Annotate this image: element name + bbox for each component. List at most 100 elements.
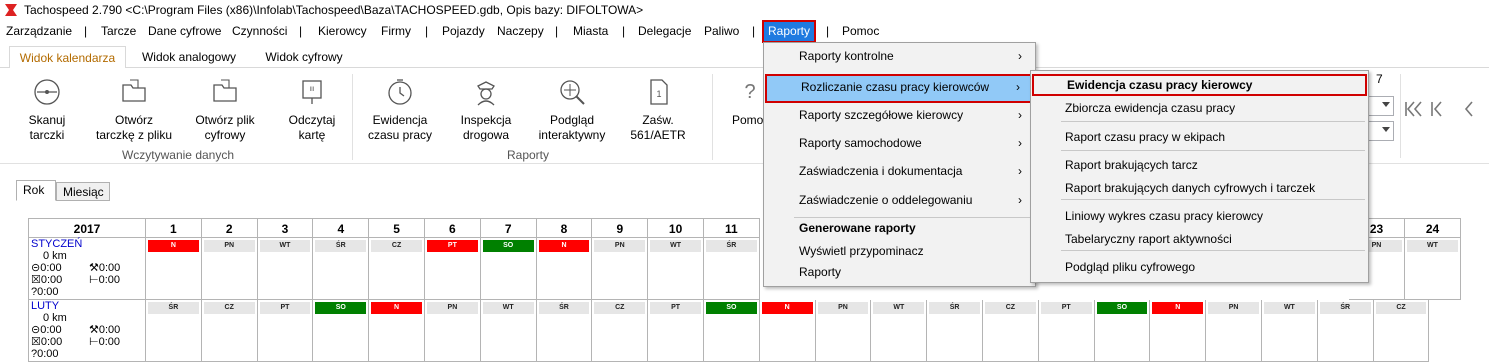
day-cell[interactable]: WT bbox=[480, 300, 537, 362]
day-cell[interactable]: WT bbox=[1405, 238, 1461, 300]
previous-fast-icon[interactable] bbox=[1431, 101, 1442, 117]
menu-czynnosci[interactable]: Czynności bbox=[232, 21, 287, 42]
menu-miasta[interactable]: Miasta bbox=[573, 21, 608, 42]
tab-miesiac[interactable]: Miesiąc bbox=[56, 182, 110, 201]
day-cell[interactable]: N bbox=[536, 238, 593, 300]
day-cell[interactable]: PN bbox=[201, 238, 258, 300]
help-button[interactable]: ? Pomoc bbox=[728, 76, 764, 128]
day-cell[interactable]: PN bbox=[592, 238, 649, 300]
day-cell[interactable]: N bbox=[369, 300, 425, 362]
day-cell[interactable]: ŚR bbox=[536, 300, 593, 362]
menu-tarcze[interactable]: Tarcze bbox=[101, 21, 136, 42]
work-time-record-button[interactable]: Ewidencja czasu pracy bbox=[362, 76, 438, 143]
raporty-menu-item-2[interactable]: Rozliczanie czasu pracy kierowców › bbox=[765, 74, 1034, 103]
day-cell[interactable]: PT bbox=[1038, 300, 1095, 362]
day-cell[interactable]: ŚR bbox=[1317, 300, 1374, 362]
calendar-year-header: 2017 bbox=[28, 218, 146, 238]
menu-naczepy[interactable]: Naczepy bbox=[497, 21, 544, 42]
month-distance: 0 km bbox=[43, 250, 67, 262]
day-cell[interactable]: PN bbox=[1206, 300, 1262, 362]
raporty-menu-item-1[interactable]: Raporty kontrolne › bbox=[765, 43, 1034, 70]
day-cell[interactable]: CZ bbox=[1373, 300, 1430, 362]
day-cell[interactable]: ŚR bbox=[704, 238, 760, 300]
road-inspection-label-2: drogowa bbox=[462, 128, 510, 142]
certificate-aetr-button[interactable]: 1 Zaśw. 561/AETR bbox=[620, 76, 696, 143]
day-cell[interactable]: PT bbox=[648, 300, 704, 362]
tab-widok-kalendarza[interactable]: Widok kalendarza bbox=[9, 46, 126, 69]
month-name[interactable]: STYCZEŃ bbox=[31, 238, 82, 250]
day-cell[interactable]: ŚR bbox=[146, 300, 202, 362]
raporty-menu-item-5[interactable]: Zaświadczenia i dokumentacja › bbox=[765, 158, 1034, 185]
previous-icon[interactable] bbox=[1464, 101, 1473, 117]
window-title: Tachospeed 2.790 <C:\Program Files (x86)… bbox=[24, 3, 644, 17]
road-inspection-button[interactable]: Inspekcja drogowa bbox=[450, 76, 522, 143]
day-cell[interactable]: ŚR bbox=[927, 300, 983, 362]
day-cell[interactable]: N bbox=[146, 238, 202, 300]
day-cell[interactable]: WT bbox=[648, 238, 704, 300]
day-cell[interactable]: WT bbox=[871, 300, 928, 362]
unknown-time: ?0:00 bbox=[31, 348, 59, 360]
day-cell[interactable]: PN bbox=[815, 300, 872, 362]
tab-widok-cyfrowy[interactable]: Widok cyfrowy bbox=[252, 46, 356, 69]
month-name[interactable]: LUTY bbox=[31, 300, 59, 312]
day-cell[interactable]: SO bbox=[1094, 300, 1151, 362]
submenu-item-7[interactable]: Tabelaryczny raport aktywności bbox=[1032, 228, 1367, 250]
day-cell[interactable]: PT bbox=[425, 238, 481, 300]
chevron-right-icon: › bbox=[1018, 49, 1022, 63]
day-cell[interactable]: CZ bbox=[369, 238, 425, 300]
raporty-menu-item-9[interactable]: Raporty bbox=[765, 261, 1034, 283]
open-digital-file-button[interactable]: Otwórz plik cyfrowy bbox=[182, 76, 268, 143]
raporty-menu-item-4[interactable]: Raporty samochodowe › bbox=[765, 130, 1034, 157]
read-card-button[interactable]: III Odczytaj kartę bbox=[274, 76, 350, 143]
menu-firmy[interactable]: Firmy bbox=[381, 21, 411, 42]
menu-kierowcy[interactable]: Kierowcy bbox=[318, 21, 367, 42]
day-badge: ŚR bbox=[706, 240, 757, 252]
filter-combo-1[interactable] bbox=[1368, 96, 1394, 116]
open-disc-file-button[interactable]: Otwórz tarczkę z pliku bbox=[92, 76, 176, 143]
raporty-menu-item-3[interactable]: Raporty szczegółowe kierowcy › bbox=[765, 102, 1034, 129]
tab-rok[interactable]: Rok bbox=[16, 180, 56, 201]
day-badge: ŚR bbox=[315, 240, 367, 252]
day-header: 7 bbox=[480, 218, 537, 238]
submenu-item-5[interactable]: Raport brakujących danych cyfrowych i ta… bbox=[1032, 177, 1367, 199]
day-cell[interactable]: SO bbox=[480, 238, 537, 300]
day-cell[interactable]: WT bbox=[257, 238, 314, 300]
day-badge: CZ bbox=[371, 240, 422, 252]
submenu-item-6[interactable]: Liniowy wykres czasu pracy kierowcy bbox=[1032, 205, 1367, 227]
menu-raporty[interactable]: Raporty bbox=[762, 20, 817, 43]
tab-widok-analogowy[interactable]: Widok analogowy bbox=[130, 46, 248, 69]
menu-pojazdy[interactable]: Pojazdy bbox=[442, 21, 485, 42]
day-cell[interactable]: N bbox=[1150, 300, 1207, 362]
submenu-item-3[interactable]: Raport czasu pracy w ekipach bbox=[1032, 126, 1367, 148]
menu-paliwo[interactable]: Paliwo bbox=[704, 21, 739, 42]
menu-delegacje[interactable]: Delegacje bbox=[638, 21, 691, 42]
menu-pomoc[interactable]: Pomoc bbox=[842, 21, 879, 42]
raporty-menu-item-7[interactable]: Generowane raporty bbox=[765, 217, 1034, 239]
day-cell[interactable]: CZ bbox=[592, 300, 649, 362]
interactive-preview-button[interactable]: Podgląd interaktywny bbox=[532, 76, 612, 143]
day-badge: PT bbox=[650, 302, 701, 314]
first-page-icon[interactable] bbox=[1405, 101, 1422, 117]
raporty-menu-item-8[interactable]: Wyświetl przypominacz bbox=[765, 240, 1034, 262]
menu-dane-cyfrowe[interactable]: Dane cyfrowe bbox=[148, 21, 221, 42]
filter-combo-2[interactable] bbox=[1368, 121, 1394, 141]
submenu-item-4[interactable]: Raport brakujących tarcz bbox=[1032, 154, 1367, 176]
day-cell[interactable]: ŚR bbox=[313, 238, 370, 300]
view-tabs: Widok kalendarza Widok analogowy Widok c… bbox=[0, 44, 1489, 69]
day-cell[interactable]: PT bbox=[257, 300, 314, 362]
month-summary-2: LUTY 0 km ⊝0:00 ⚒0:00 ☒0:00 ⊢0:00 ?0:00 bbox=[28, 300, 146, 362]
day-cell[interactable]: CZ bbox=[201, 300, 258, 362]
day-cell[interactable]: N bbox=[759, 300, 816, 362]
submenu-item-1[interactable]: Ewidencja czasu pracy kierowcy bbox=[1032, 74, 1367, 96]
day-cell[interactable]: SO bbox=[313, 300, 370, 362]
day-cell[interactable]: SO bbox=[704, 300, 760, 362]
day-cell[interactable]: PN bbox=[425, 300, 481, 362]
submenu-item-8[interactable]: Podgląd pliku cyfrowego bbox=[1032, 256, 1367, 278]
menu-zarzadzanie[interactable]: Zarządzanie bbox=[6, 21, 72, 42]
submenu-item-2[interactable]: Zbiorcza ewidencja czasu pracy bbox=[1032, 97, 1367, 119]
raporty-menu-item-6[interactable]: Zaświadczenie o oddelegowaniu › bbox=[765, 187, 1034, 214]
day-badge: PN bbox=[1208, 302, 1259, 314]
day-cell[interactable]: WT bbox=[1262, 300, 1318, 362]
scan-disc-button[interactable]: Skanuj tarczki bbox=[8, 76, 86, 143]
day-cell[interactable]: CZ bbox=[983, 300, 1039, 362]
